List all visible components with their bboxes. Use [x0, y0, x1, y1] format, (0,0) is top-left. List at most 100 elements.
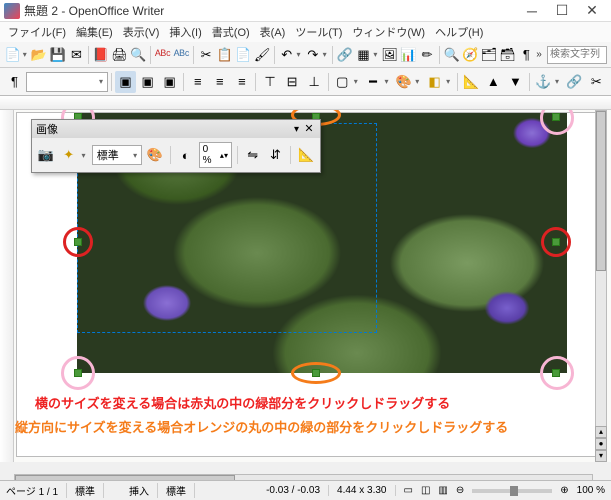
filter-icon[interactable]: 📷 — [36, 144, 56, 166]
color-icon[interactable]: 🎨 — [145, 144, 165, 166]
menu-window[interactable]: ウィンドウ(W) — [348, 22, 429, 42]
align-center-icon[interactable]: ≡ — [209, 71, 230, 93]
nav-icon[interactable]: 🧭 — [461, 44, 479, 66]
image-toolbar-close-icon[interactable]: ✕ — [302, 122, 316, 136]
gallery-icon[interactable]: 🗂 — [480, 44, 498, 66]
wrap-off-icon[interactable]: ▣ — [115, 71, 136, 93]
datasources-icon[interactable]: 🗃 — [499, 44, 517, 66]
zoom-value[interactable]: 100 % — [577, 485, 605, 496]
undo-icon[interactable]: ↶ — [278, 44, 296, 66]
close-button[interactable]: ✕ — [577, 0, 607, 22]
menu-view[interactable]: 表示(V) — [119, 22, 164, 42]
send-back-icon[interactable]: ▼ — [505, 71, 526, 93]
border-color-icon[interactable]: 🎨 — [393, 71, 414, 93]
save-icon[interactable]: 💾 — [49, 44, 67, 66]
table-insert-icon[interactable]: ▦ — [355, 44, 373, 66]
document-page[interactable]: 画像 ▾ ✕ 📷 ✦▾ 標準▾ 🎨 ◐ 0 %▴▾ ⇋ ⇵ 📐 — [16, 112, 601, 457]
menu-file[interactable]: ファイル(F) — [4, 22, 70, 42]
image-toolbar-window[interactable]: 画像 ▾ ✕ 📷 ✦▾ 標準▾ 🎨 ◐ 0 %▴▾ ⇋ ⇵ 📐 — [31, 119, 321, 173]
frame-props2-icon[interactable]: 📐 — [296, 144, 316, 166]
align-top-icon[interactable]: ⊤ — [259, 71, 280, 93]
unlink-icon[interactable]: ✂ — [586, 71, 607, 93]
brush-icon[interactable]: 🖌 — [253, 44, 271, 66]
anchor-icon[interactable]: ⚓ — [533, 71, 554, 93]
toolbar-more-icon[interactable]: » — [536, 49, 546, 60]
frame-props-icon[interactable]: 📐 — [461, 71, 482, 93]
graphics-mode-combo[interactable]: 標準▾ — [92, 145, 142, 165]
horizontal-ruler[interactable] — [0, 96, 611, 110]
style-combo[interactable]: ▾ — [26, 72, 108, 92]
search-input[interactable] — [547, 46, 607, 64]
menu-insert[interactable]: 挿入(I) — [165, 22, 205, 42]
redo-icon[interactable]: ↷ — [304, 44, 322, 66]
align-bottom-icon[interactable]: ⊥ — [304, 71, 325, 93]
image-toolbar-pin-icon[interactable]: ▾ — [294, 124, 299, 135]
zoom-out-icon[interactable]: ⊖ — [456, 485, 464, 496]
align-middle-icon[interactable]: ⊟ — [282, 71, 303, 93]
menu-format[interactable]: 書式(O) — [208, 22, 254, 42]
align-right-icon[interactable]: ≡ — [231, 71, 252, 93]
align-left-icon[interactable]: ≡ — [187, 71, 208, 93]
spellcheck-icon[interactable]: ᴬᴮᶜ — [154, 44, 172, 66]
new-icon[interactable]: 📄 — [4, 44, 22, 66]
status-page: ページ 1 / 1 — [6, 483, 67, 498]
prev-page-icon[interactable]: ▴ — [595, 426, 607, 438]
red-circle-annotation — [63, 227, 93, 257]
print-icon[interactable]: 🖨 — [111, 44, 129, 66]
paste-icon[interactable]: 📄 — [235, 44, 253, 66]
zoom-in-icon[interactable]: ⊕ — [560, 485, 568, 496]
orange-oval-annotation — [291, 362, 341, 384]
status-position: -0.03 / -0.03 — [266, 485, 329, 496]
status-view-icon[interactable]: ▭ — [404, 485, 413, 496]
find-icon[interactable]: 🔍 — [443, 44, 461, 66]
preview-icon[interactable]: 🔍 — [129, 44, 147, 66]
next-page-icon[interactable]: ▾ — [595, 450, 607, 462]
status-view2-icon[interactable]: ◫ — [421, 485, 430, 496]
border-style-icon[interactable]: ━ — [362, 71, 383, 93]
image-insert-icon[interactable]: 🖼 — [381, 44, 399, 66]
maximize-button[interactable]: ☐ — [547, 0, 577, 22]
link-icon[interactable]: 🔗 — [336, 44, 354, 66]
border-icon[interactable]: ▢ — [332, 71, 353, 93]
wrap-through-icon[interactable]: ▣ — [159, 71, 180, 93]
status-style[interactable]: 標準 — [75, 483, 104, 498]
app-icon — [4, 3, 20, 19]
transparency-value[interactable]: 0 %▴▾ — [199, 142, 232, 168]
status-view3-icon[interactable]: ▥ — [438, 485, 447, 496]
flip-v-icon[interactable]: ⇵ — [266, 144, 286, 166]
link-frame-icon[interactable]: 🔗 — [564, 71, 585, 93]
menu-help[interactable]: ヘルプ(H) — [431, 22, 487, 42]
menu-edit[interactable]: 編集(E) — [72, 22, 117, 42]
filter-drop-icon[interactable]: ✦ — [59, 144, 79, 166]
menu-table[interactable]: 表(A) — [256, 22, 290, 42]
wrap-page-icon[interactable]: ▣ — [137, 71, 158, 93]
zoom-slider[interactable] — [472, 489, 552, 493]
annotation-text-orange: 縦方向にサイズを変える場合オレンジの丸の中の緑の部分をクリックしドラッグする — [15, 419, 611, 437]
image-toolbar-title: 画像 — [36, 121, 294, 137]
pink-circle-annotation — [61, 356, 95, 390]
styles-icon[interactable]: ¶ — [4, 71, 25, 93]
cut-icon[interactable]: ✂ — [197, 44, 215, 66]
pink-circle-annotation — [540, 356, 574, 390]
chart-icon[interactable]: 📊 — [399, 44, 417, 66]
vertical-scrollbar[interactable] — [595, 110, 607, 434]
status-selection-mode[interactable]: 標準 — [166, 483, 195, 498]
menu-tools[interactable]: ツール(T) — [291, 22, 346, 42]
bring-front-icon[interactable]: ▲ — [483, 71, 504, 93]
annotation-text-red: 横のサイズを変える場合は赤丸の中の緑部分をクリックしドラッグする — [35, 395, 450, 413]
bg-color-icon[interactable]: ◧ — [424, 71, 445, 93]
red-circle-annotation — [541, 227, 571, 257]
transparency-icon[interactable]: ◐ — [176, 144, 196, 166]
auto-spell-icon[interactable]: ᴬᴮᶜ — [173, 44, 191, 66]
open-icon[interactable]: 📂 — [30, 44, 48, 66]
status-insert-mode[interactable]: 挿入 — [129, 483, 158, 498]
nav-menu-icon[interactable]: ● — [595, 438, 607, 450]
minimize-button[interactable]: ─ — [517, 0, 547, 22]
nonprint-icon[interactable]: ¶ — [518, 44, 536, 66]
draw-icon[interactable]: ✏ — [418, 44, 436, 66]
copy-icon[interactable]: 📋 — [216, 44, 234, 66]
flip-h-icon[interactable]: ⇋ — [243, 144, 263, 166]
pdf-icon[interactable]: 📕 — [92, 44, 110, 66]
email-icon[interactable]: ✉ — [68, 44, 86, 66]
vertical-ruler[interactable] — [0, 110, 14, 462]
